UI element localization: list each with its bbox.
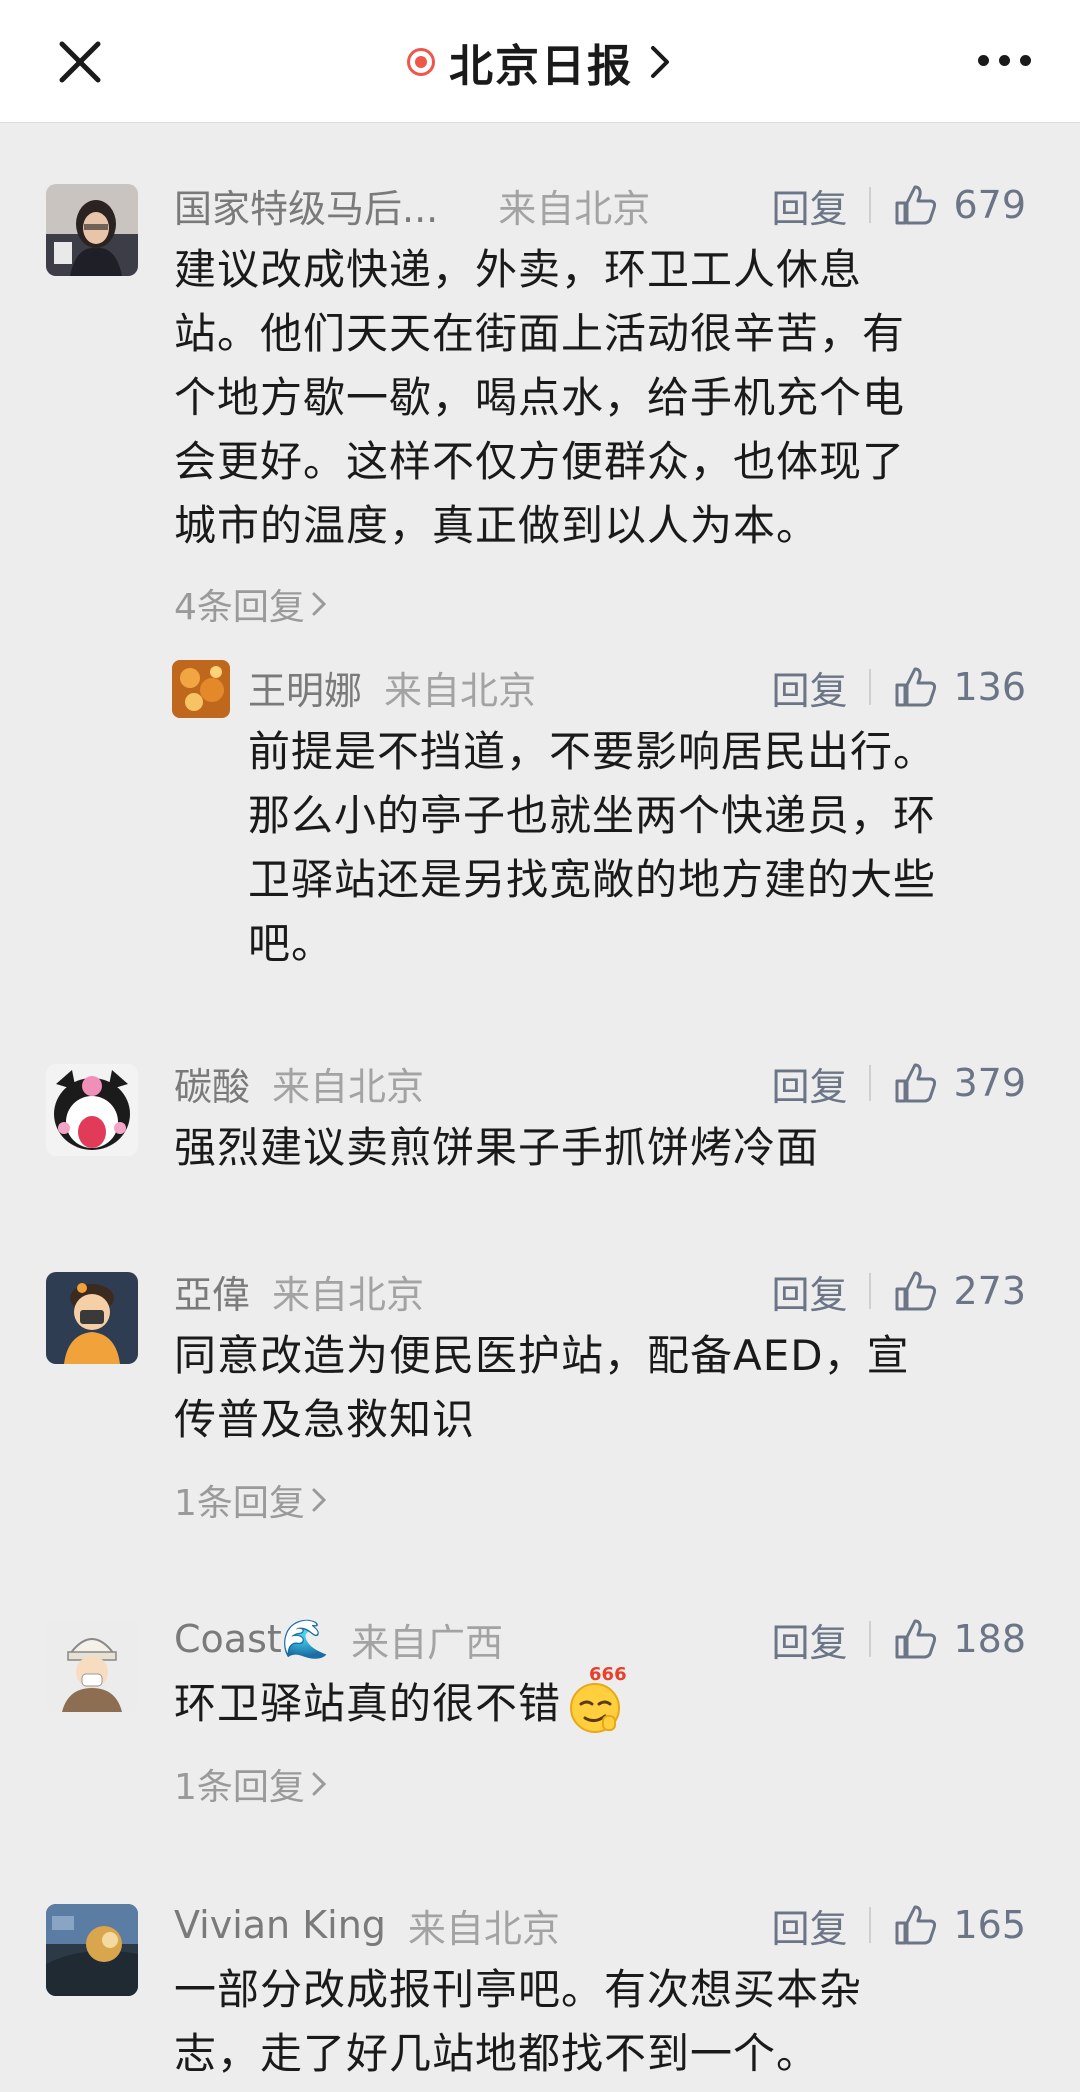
location-label: 来自北京 xyxy=(407,1906,560,1951)
more-button[interactable] xyxy=(964,30,1044,90)
comment-actions: 回复 679 xyxy=(771,178,1026,233)
thumbs-up-icon xyxy=(895,667,937,707)
username[interactable]: 王明娜 xyxy=(248,660,362,715)
view-replies-link[interactable]: 1条回复 xyxy=(174,1474,327,1526)
location-label: 来自北京 xyxy=(498,186,651,231)
thumbs-up-icon xyxy=(895,185,937,225)
username[interactable]: Vivian King xyxy=(174,1903,386,1947)
like-count: 679 xyxy=(953,183,1026,227)
avatar[interactable] xyxy=(46,1272,138,1364)
divider xyxy=(869,1621,872,1657)
comment-actions: 回复 188 xyxy=(771,1612,1026,1667)
like-count: 165 xyxy=(953,1903,1026,1947)
divider xyxy=(869,187,872,223)
reply-actions: 回复 136 xyxy=(771,660,1026,715)
like-button[interactable]: 136 xyxy=(893,665,1026,709)
comment-meta: 碳酸 来自北京 xyxy=(174,1056,425,1111)
reply-button[interactable]: 回复 xyxy=(771,1612,847,1667)
comment-actions: 回复 273 xyxy=(771,1264,1026,1319)
comment-meta: 国家特级马后... 来自北京 xyxy=(174,178,651,233)
chevron-right-icon xyxy=(312,1488,327,1512)
reply-button[interactable]: 回复 xyxy=(771,1264,847,1319)
chevron-right-icon xyxy=(312,1772,327,1796)
comment-actions: 回复 379 xyxy=(771,1056,1026,1111)
divider xyxy=(869,669,872,705)
divider xyxy=(869,1065,872,1101)
comment-meta: Vivian King 来自北京 xyxy=(174,1900,560,1951)
chevron-right-icon xyxy=(651,46,669,78)
comment-text: 建议改成快递，外卖，环卫工人休息 站。他们天天在街面上活动很辛苦，有 个地方歇一… xyxy=(174,245,906,550)
username[interactable]: 国家特级马后... xyxy=(174,178,438,233)
username[interactable]: Coast🌊 xyxy=(174,1617,329,1662)
thumbs-up-icon xyxy=(895,1271,937,1311)
view-replies-link[interactable]: 4条回复 xyxy=(174,578,327,630)
top-bar: 北京日报 xyxy=(0,0,1080,123)
live-dot-icon xyxy=(407,48,435,76)
thumbs-up-icon xyxy=(895,1619,937,1659)
divider xyxy=(869,1907,872,1943)
avatar[interactable] xyxy=(46,1064,138,1156)
reply-button[interactable]: 回复 xyxy=(771,178,847,233)
reply-meta: 王明娜 来自北京 xyxy=(248,660,537,715)
comment-text: 强烈建议卖煎饼果子手抓饼烤冷面 xyxy=(174,1123,820,1172)
reply-text: 前提是不挡道，不要影响居民出行。 那么小的亭子也就坐两个快递员，环 卫驿站还是另… xyxy=(248,727,937,968)
like-count: 188 xyxy=(953,1617,1026,1661)
divider xyxy=(869,1273,872,1309)
comment-text: 一部分改成报刊亭吧。有次想买本杂 志，走了好几站地都找不到一个。 xyxy=(174,1965,863,2078)
location-label: 来自北京 xyxy=(384,668,537,713)
account-title-link[interactable]: 北京日报 xyxy=(0,30,1080,94)
comment-meta: 亞偉 来自北京 xyxy=(174,1264,425,1319)
page-title: 北京日报 xyxy=(449,41,633,92)
reply-button[interactable]: 回复 xyxy=(771,1056,847,1111)
reply-button[interactable]: 回复 xyxy=(771,1898,847,1953)
location-label: 来自北京 xyxy=(272,1272,425,1317)
like-button[interactable]: 165 xyxy=(893,1903,1026,1947)
comment-text: 同意改造为便民医护站，配备AED，宣 传普及急救知识 xyxy=(174,1331,910,1444)
avatar[interactable] xyxy=(46,1904,138,1996)
like-button[interactable]: 273 xyxy=(893,1269,1026,1313)
thumbs-up-icon xyxy=(895,1905,937,1945)
location-label: 来自北京 xyxy=(272,1064,425,1109)
view-replies-link[interactable]: 1条回复 xyxy=(174,1758,327,1810)
comment-text: 环卫驿站真的很不错 666 xyxy=(174,1666,629,1736)
comment-meta: Coast🌊 来自广西 xyxy=(174,1614,504,1665)
comment-actions: 回复 165 xyxy=(771,1898,1026,1953)
emoji-badge: 666 xyxy=(589,1664,627,1685)
avatar[interactable] xyxy=(172,660,230,718)
reply-button[interactable]: 回复 xyxy=(771,660,847,715)
like-button[interactable]: 379 xyxy=(893,1061,1026,1105)
username[interactable]: 亞偉 xyxy=(174,1264,250,1319)
chevron-right-icon xyxy=(312,592,327,616)
like-count: 136 xyxy=(953,665,1026,709)
like-button[interactable]: 679 xyxy=(893,183,1026,227)
avatar[interactable] xyxy=(46,184,138,276)
like-count: 273 xyxy=(953,1269,1026,1313)
like-count: 379 xyxy=(953,1061,1026,1105)
like-button[interactable]: 188 xyxy=(893,1617,1026,1661)
avatar[interactable] xyxy=(46,1620,138,1712)
more-icon xyxy=(977,54,989,66)
smirk-emoji-icon: 666 xyxy=(565,1666,629,1736)
location-label: 来自广西 xyxy=(351,1620,504,1665)
thumbs-up-icon xyxy=(895,1063,937,1103)
username[interactable]: 碳酸 xyxy=(174,1056,250,1111)
